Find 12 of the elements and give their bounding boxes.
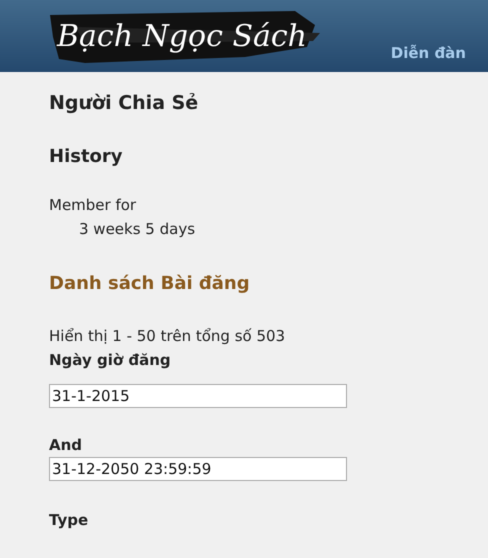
results-summary: Hiển thị 1 - 50 trên tổng số 503 xyxy=(49,326,286,347)
section-heading: History xyxy=(49,146,124,167)
page-title: Người Chia Sẻ xyxy=(49,92,200,114)
filter-label: And xyxy=(49,435,84,456)
member-duration: 3 weeks 5 days xyxy=(78,219,196,240)
date-field[interactable]: 31-12-2050 23:59:59 xyxy=(49,457,347,481)
date-field[interactable]: 31-1-2015 xyxy=(49,384,347,408)
section-heading: Danh sách Bài đăng xyxy=(49,273,251,294)
member-label: Member for xyxy=(49,195,138,216)
forum-link[interactable]: Diễn đàn xyxy=(390,44,466,62)
filter-label: Type xyxy=(49,510,90,531)
filter-label: Ngày giờ đăng xyxy=(49,350,172,371)
